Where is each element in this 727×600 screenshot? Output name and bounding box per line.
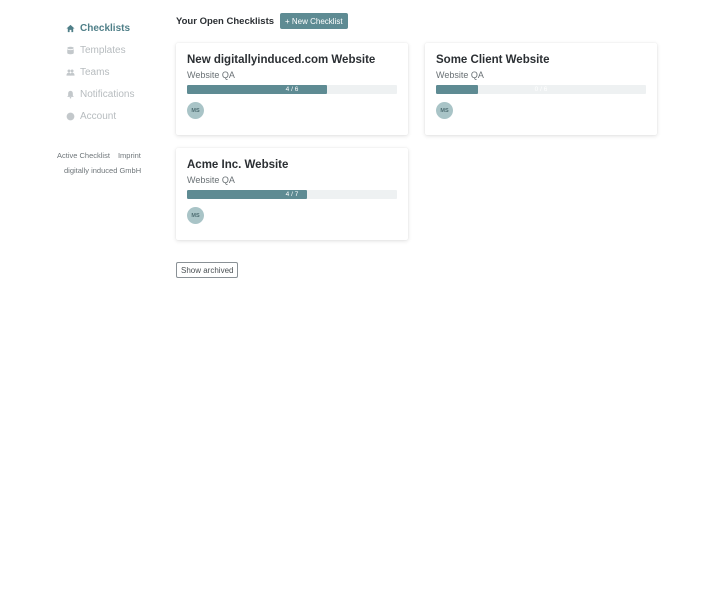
sidebar-item-account[interactable]: Account	[66, 105, 134, 127]
checklist-subtitle: Website QA	[187, 175, 235, 185]
checklist-subtitle: Website QA	[436, 70, 484, 80]
users-icon	[66, 68, 75, 77]
checklist-title: Acme Inc. Website	[187, 159, 289, 171]
page-title: Your Open Checklists	[176, 16, 275, 27]
sidebar-item-templates[interactable]: Templates	[66, 39, 134, 61]
database-icon	[66, 46, 75, 55]
show-archived-button[interactable]: Show archived	[176, 262, 239, 278]
imprint-link[interactable]: Imprint	[118, 151, 141, 160]
sidebar-item-label: Teams	[80, 66, 110, 78]
sidebar-item-notifications[interactable]: Notifications	[66, 83, 134, 105]
checklist-card[interactable]: New digitallyinduced.com Website Website…	[176, 43, 408, 135]
sidebar-item-label: Templates	[80, 44, 126, 56]
avatar: MS	[187, 102, 204, 119]
sidebar-footer-links: Active Checklist Imprint	[57, 151, 141, 160]
progress-bar: 4 / 7	[187, 190, 397, 199]
progress-label: 0 / 6	[534, 86, 548, 93]
progress-bar: 4 / 6	[187, 85, 397, 94]
checklist-card[interactable]: Some Client Website Website QA 0 / 6 MS	[425, 43, 657, 135]
home-icon	[66, 24, 75, 33]
progress-label: 4 / 6	[285, 86, 299, 93]
checklist-subtitle: Website QA	[187, 70, 235, 80]
progress-bar: 0 / 6	[436, 85, 646, 94]
checklist-title: New digitallyinduced.com Website	[187, 54, 376, 66]
sidebar-nav: Checklists Templates Teams Notifications…	[66, 17, 134, 127]
checklist-title: Some Client Website	[436, 54, 550, 66]
bell-icon	[66, 90, 75, 99]
sidebar-item-teams[interactable]: Teams	[66, 61, 134, 83]
sidebar-item-checklists[interactable]: Checklists	[66, 17, 134, 39]
avatar: MS	[436, 102, 453, 119]
active-checklist-link[interactable]: Active Checklist	[57, 151, 110, 160]
sidebar-item-label: Account	[80, 110, 117, 122]
sidebar-item-label: Notifications	[80, 88, 135, 100]
sidebar-item-label: Checklists	[80, 22, 131, 34]
progress-label: 4 / 7	[285, 191, 299, 198]
checklist-card[interactable]: Acme Inc. Website Website QA 4 / 7 MS	[176, 148, 408, 240]
new-checklist-button[interactable]: + New Checklist	[280, 13, 348, 29]
user-circle-icon	[66, 112, 75, 121]
sidebar: Checklists Templates Teams Notifications…	[0, 0, 170, 600]
avatar: MS	[187, 207, 204, 224]
company-name: digitally induced GmbH	[64, 166, 142, 175]
